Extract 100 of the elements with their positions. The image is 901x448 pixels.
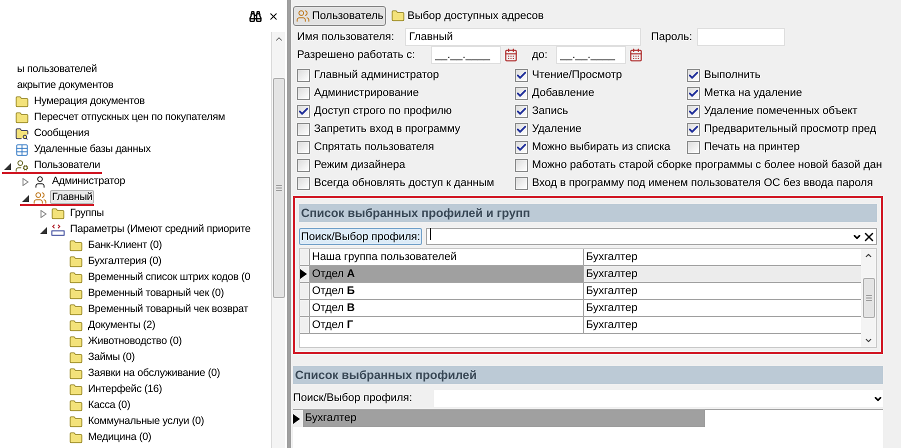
table-cell: Бухгалтер [584, 266, 861, 282]
checkbox-label: Добавление [532, 86, 594, 101]
field-label: Имя пользователя: [297, 30, 396, 45]
expanded-triangle-icon[interactable] [40, 226, 47, 234]
tree-item[interactable]: Заявки на обслуживание (0) [86, 366, 222, 380]
checkbox[interactable] [297, 140, 310, 154]
search-profile-field[interactable] [426, 228, 877, 245]
tree-item[interactable]: Временный товарный чек возврат [86, 302, 250, 316]
check-icon [688, 124, 699, 134]
tree-item[interactable]: Животноводство (0) [86, 334, 184, 348]
checkbox[interactable] [515, 104, 528, 118]
checkbox[interactable] [515, 68, 528, 82]
scrollbar-thumb[interactable] [862, 278, 874, 318]
calendar-icon[interactable] [629, 48, 643, 62]
tree-item[interactable]: акрытие документов [15, 78, 116, 92]
date-input[interactable]: __.__.____ [556, 46, 626, 64]
check-icon [298, 106, 309, 116]
tree-item[interactable]: Временный товарный чек (0) [86, 286, 226, 300]
tree-item[interactable]: Параметры (Имеют средний приорите [68, 222, 252, 236]
checkbox-label: Запретить вход в программу [314, 122, 460, 137]
folder-icon [69, 335, 83, 349]
tree-item[interactable]: Временный список штрих кодов (0 [86, 270, 252, 284]
tree-item[interactable]: Коммунальные услуи (0) [86, 414, 206, 428]
folder-icon [69, 367, 83, 381]
checkbox[interactable] [297, 68, 310, 82]
checkbox[interactable] [515, 122, 528, 136]
check-icon [516, 70, 527, 80]
date-input[interactable]: __.__.____ [431, 46, 501, 64]
folder-icon [69, 415, 83, 429]
checkbox[interactable] [297, 176, 310, 190]
tree-item[interactable]: Интерфейс (16) [86, 382, 164, 396]
expanded-triangle-icon[interactable] [22, 194, 29, 202]
collapsed-triangle-icon[interactable] [22, 178, 29, 186]
checkbox-label: Метка на удаление [704, 86, 802, 101]
collapsed-triangle-icon[interactable] [40, 210, 47, 218]
checkbox-label: Можно выбирать из списка [532, 140, 670, 155]
checkbox-label: Спрятать пользователя [314, 140, 434, 155]
table-cell-text: Бухгалтер [585, 284, 638, 299]
scroll-down-icon[interactable] [864, 336, 873, 345]
row-indicator[interactable] [293, 410, 303, 427]
checkbox[interactable] [297, 122, 310, 136]
tree-item[interactable]: Главный [50, 190, 94, 204]
checkbox[interactable] [515, 86, 528, 100]
calendar-icon[interactable] [504, 48, 518, 62]
tree-item[interactable]: Группы [68, 206, 106, 220]
tree-item[interactable]: Пользователи [32, 158, 102, 172]
scrollbar[interactable] [861, 249, 876, 347]
tree-item[interactable]: Касса (0) [86, 398, 132, 412]
checkbox-label: Можно работать старой сборке программы с более новой базой дан [532, 158, 882, 173]
checkbox[interactable] [687, 140, 700, 154]
checkbox[interactable] [687, 68, 700, 82]
folder-icon [15, 95, 29, 109]
scroll-up-icon[interactable] [864, 251, 873, 260]
row-indicator[interactable] [300, 266, 310, 282]
checkbox[interactable] [297, 104, 310, 118]
checkbox[interactable] [515, 140, 528, 154]
folder-icon [69, 399, 83, 413]
tree-item[interactable]: Бухгалтерия (0) [86, 254, 164, 268]
code-text-icon [51, 223, 65, 237]
check-icon [688, 88, 699, 98]
password-input[interactable] [697, 28, 785, 46]
row-pointer-icon [293, 414, 300, 424]
tree-item[interactable]: Пересчет отпускных цен по покупателям [32, 110, 227, 124]
binoculars-icon[interactable] [249, 10, 262, 22]
checkbox-label: Администрирование [314, 86, 419, 101]
tree-item[interactable]: ы пользователей [15, 62, 99, 76]
tree-item[interactable]: Документы (2) [86, 318, 158, 332]
tree-item[interactable]: Медицина (0) [86, 430, 154, 444]
table-cell: Отдел В [310, 300, 584, 316]
checkbox[interactable] [515, 176, 528, 190]
user-name-input[interactable]: Главный [405, 28, 641, 46]
check-icon [688, 106, 699, 116]
field-label: Пароль: [651, 30, 694, 45]
checkbox[interactable] [515, 158, 528, 172]
grip-icon [864, 294, 872, 302]
checkbox[interactable] [687, 86, 700, 100]
check-icon [688, 70, 699, 80]
checkbox-label: Главный администратор [314, 68, 440, 83]
search-profile-button[interactable]: Поиск/Выбор профиля: [299, 228, 422, 245]
checkbox[interactable] [687, 122, 700, 136]
checkbox[interactable] [297, 158, 310, 172]
search-profile-field[interactable] [434, 390, 883, 407]
tree-item[interactable]: Нумерация документов [32, 94, 147, 108]
scrollbar-thumb[interactable] [272, 78, 284, 298]
expanded-triangle-icon[interactable] [4, 162, 11, 170]
close-icon[interactable] [268, 10, 279, 22]
folder-icon [15, 111, 29, 125]
tree-item[interactable]: Администратор [50, 174, 128, 188]
tab[interactable]: Пользователь [293, 6, 386, 26]
tree-item[interactable]: Сообщения [32, 126, 92, 140]
tree-item[interactable]: Банк-Клиент (0) [86, 238, 164, 252]
tab[interactable]: Выбор доступных адресов [388, 6, 547, 26]
scrollbar[interactable] [271, 32, 285, 448]
tree-item[interactable]: Удаленные базы данных [32, 142, 153, 156]
tree-item[interactable]: Займы (0) [86, 350, 137, 364]
check-icon [516, 88, 527, 98]
checkbox[interactable] [687, 104, 700, 118]
checkbox[interactable] [297, 86, 310, 100]
folder-icon [69, 271, 83, 285]
table-cell-text: Бухгалтер [585, 300, 638, 316]
